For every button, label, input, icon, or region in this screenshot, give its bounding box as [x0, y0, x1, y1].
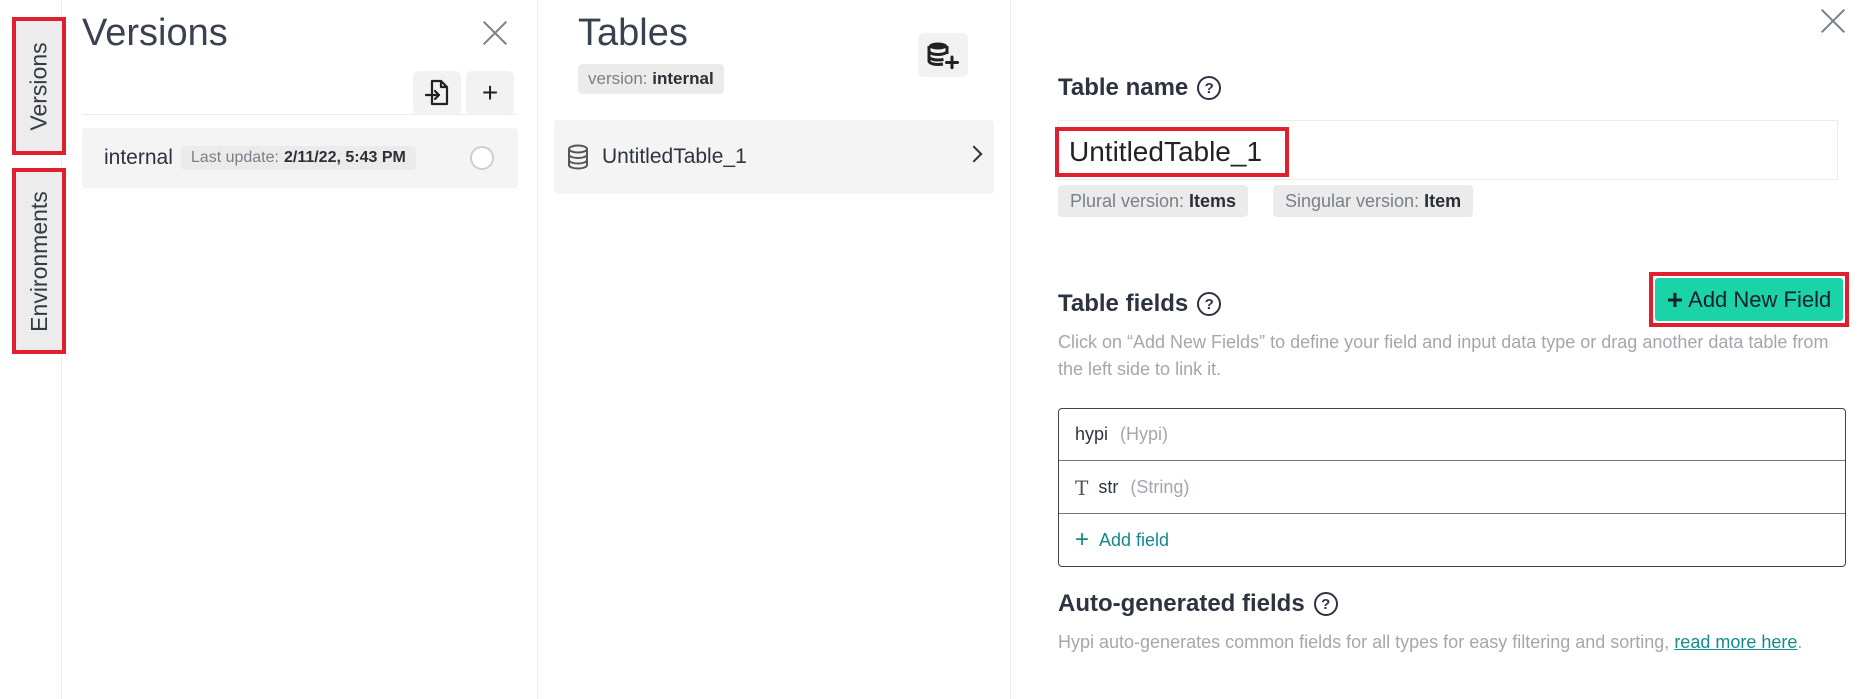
period: .: [1797, 632, 1803, 652]
table-row-untitled[interactable]: UntitledTable_1: [554, 120, 994, 194]
plural-version-chip: Plural version: Items: [1058, 185, 1249, 217]
version-select-radio[interactable]: [470, 146, 494, 170]
import-file-icon: [424, 79, 449, 106]
fields-list: hypi (Hypi) T str (String) + Add field: [1058, 408, 1846, 567]
plural-label: Plural version:: [1070, 190, 1185, 211]
version-name: internal: [104, 146, 173, 169]
singular-version-chip: Singular version: Item: [1273, 185, 1474, 217]
add-new-field-button[interactable]: + Add New Field: [1649, 272, 1849, 327]
add-field-link[interactable]: + Add field: [1059, 514, 1845, 566]
last-update-badge: Last update: 2/11/22, 5:43 PM: [180, 146, 416, 170]
last-update-value: 2/11/22, 5:43 PM: [283, 149, 406, 166]
tables-panel: [538, 0, 1011, 699]
field-name: str: [1098, 477, 1119, 497]
help-icon[interactable]: ?: [1313, 592, 1338, 616]
close-versions-icon[interactable]: [479, 17, 511, 49]
add-version-button[interactable]: +: [466, 71, 514, 115]
last-update-label: Last update:: [190, 149, 279, 166]
database-add-icon: [927, 42, 959, 69]
table-name: UntitledTable_1: [602, 145, 747, 168]
field-row-str[interactable]: T str (String): [1059, 462, 1845, 514]
versions-tab[interactable]: Versions: [12, 17, 66, 155]
field-row-hypi[interactable]: hypi (Hypi): [1059, 409, 1845, 461]
import-version-button[interactable]: [413, 71, 461, 115]
version-chip-label: version:: [588, 69, 648, 88]
singular-value: Item: [1424, 190, 1462, 211]
plus-icon: +: [1075, 526, 1090, 553]
text-type-icon: T: [1075, 475, 1089, 500]
add-table-button[interactable]: [918, 33, 968, 77]
auto-fields-label: Auto-generated fields: [1058, 590, 1305, 617]
field-type: (String): [1130, 477, 1190, 497]
fields-hint: Click on “Add New Fields” to define your…: [1058, 332, 1829, 379]
auto-generated-heading: Auto-generated fields ?: [1058, 590, 1338, 618]
plus-icon: +: [1666, 283, 1684, 315]
field-name: hypi: [1075, 424, 1109, 444]
versions-tab-label: Versions: [25, 41, 52, 131]
table-fields-heading: Table fields ?: [1058, 290, 1222, 318]
table-fields-label: Table fields: [1058, 290, 1189, 317]
table-name-label: Table name: [1058, 74, 1189, 101]
divider: [82, 114, 518, 115]
close-detail-icon[interactable]: [1817, 5, 1849, 37]
plus-icon: +: [481, 77, 499, 108]
database-icon: [568, 144, 588, 170]
field-type: (Hypi): [1120, 424, 1169, 444]
current-version-chip: version: internal: [578, 64, 724, 94]
help-icon[interactable]: ?: [1197, 76, 1222, 100]
environments-tab-label: Environments: [25, 190, 52, 332]
version-chip-value: internal: [652, 69, 714, 88]
tables-title: Tables: [578, 12, 688, 54]
side-rail: Versions Environments: [0, 0, 66, 699]
plural-value: Items: [1189, 190, 1237, 211]
help-icon[interactable]: ?: [1197, 292, 1222, 316]
read-more-link[interactable]: read more here: [1674, 632, 1797, 652]
versions-title: Versions: [82, 12, 228, 54]
chevron-right-icon: [965, 145, 983, 163]
environments-tab[interactable]: Environments: [12, 168, 66, 354]
auto-fields-text: Hypi auto-generates common fields for al…: [1058, 632, 1675, 652]
add-new-field-label: Add New Field: [1688, 286, 1832, 312]
singular-label: Singular version:: [1285, 190, 1420, 211]
table-name-input[interactable]: UntitledTable_1: [1055, 127, 1289, 177]
version-row-internal[interactable]: internal Last update: 2/11/22, 5:43 PM: [82, 128, 518, 188]
add-field-label: Add field: [1099, 529, 1170, 550]
table-name-heading: Table name ?: [1058, 74, 1222, 102]
auto-fields-description: Hypi auto-generates common fields for al…: [1058, 629, 1848, 656]
